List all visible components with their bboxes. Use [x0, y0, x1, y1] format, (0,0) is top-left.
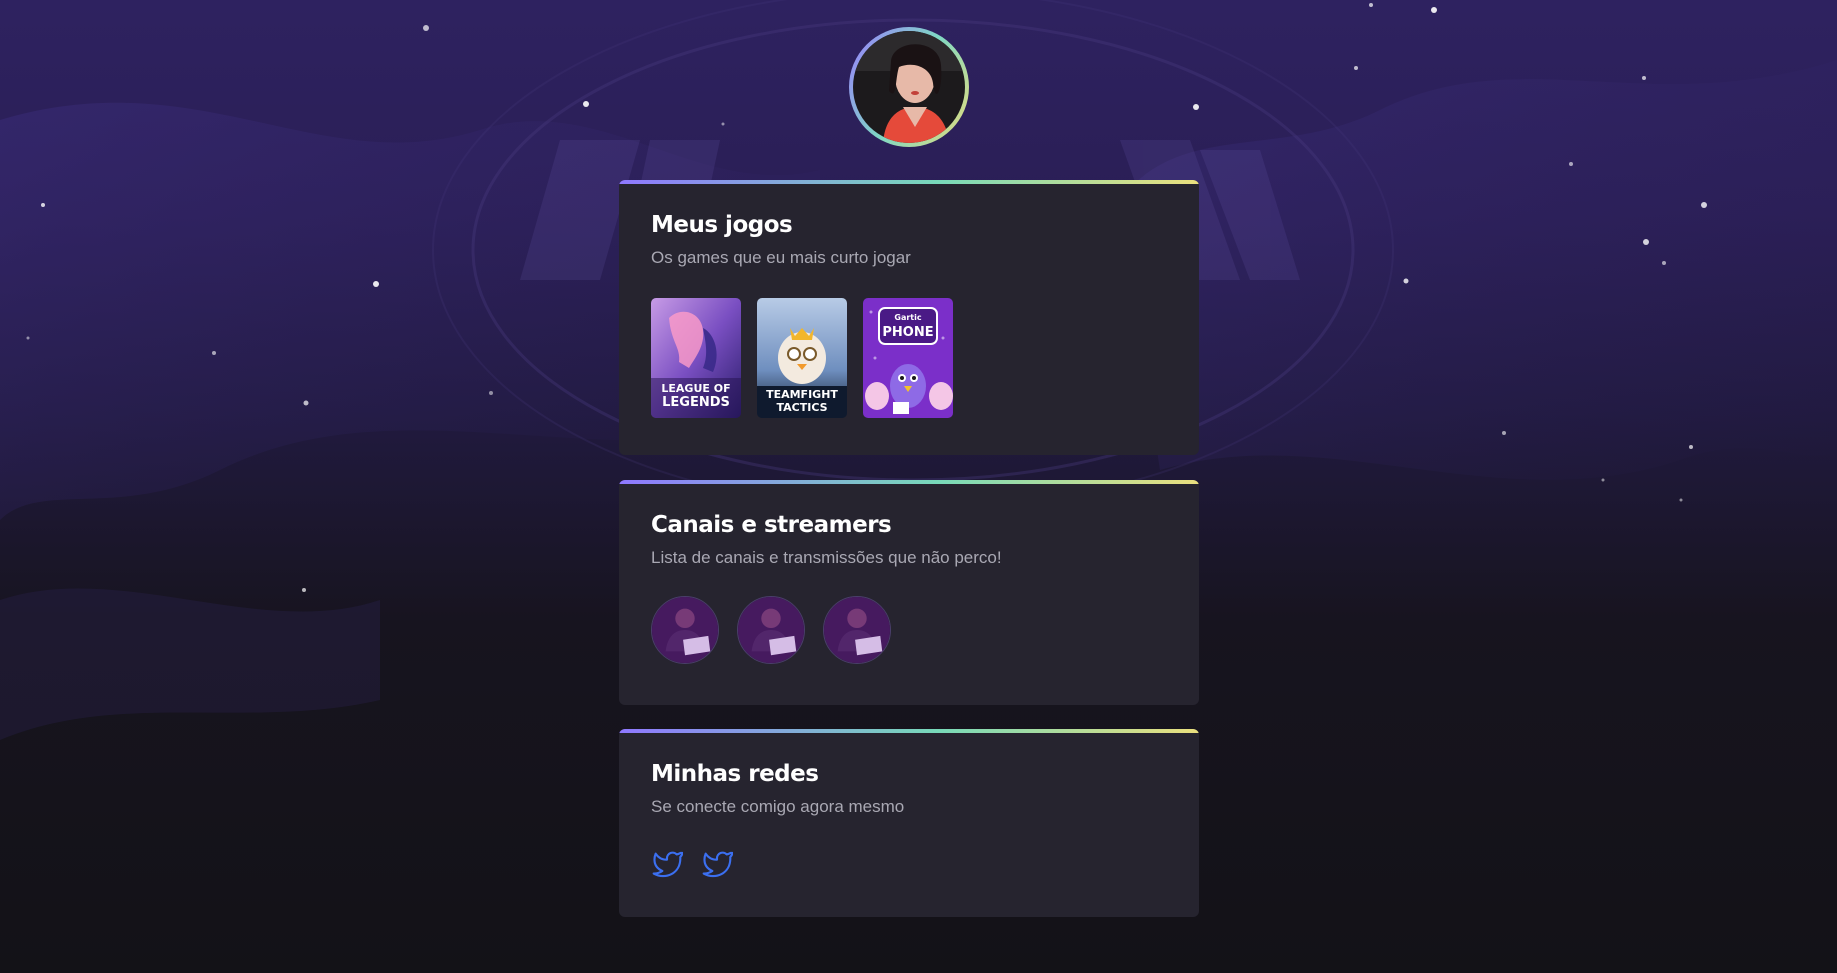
- game-cover-gartic-phone[interactable]: Gartic PHONE: [863, 297, 953, 418]
- game-name-line2: TACTICS: [776, 401, 827, 414]
- channel-avatar[interactable]: [651, 595, 719, 664]
- socials-list: [651, 847, 1167, 879]
- game-cover-teamfight-tactics[interactable]: TEAMFIGHT TACTICS: [757, 297, 847, 418]
- game-name-line2: LEGENDS: [662, 395, 730, 410]
- games-title: Meus jogos: [651, 212, 793, 238]
- games-card: Meus jogos Os games que eu mais curto jo…: [619, 180, 1199, 455]
- channel-avatar[interactable]: [823, 595, 891, 664]
- games-list: LEAGUE OF LEGENDS TEAMFIGHT TACTICS Gart…: [651, 297, 1167, 418]
- profile-avatar: [853, 31, 965, 143]
- game-name-line1: Gartic: [894, 313, 921, 322]
- game-name-line2: PHONE: [882, 325, 933, 340]
- socials-subtitle: Se conecte comigo agora mesmo: [651, 796, 905, 816]
- socials-title: Minhas redes: [651, 761, 819, 787]
- socials-card: Minhas redes Se conecte comigo agora mes…: [619, 729, 1199, 917]
- twitter-icon[interactable]: [651, 847, 683, 879]
- channels-card: Canais e streamers Lista de canais e tra…: [619, 480, 1199, 705]
- channels-list: [651, 595, 1167, 664]
- channels-title: Canais e streamers: [651, 512, 892, 538]
- twitter-icon[interactable]: [701, 847, 733, 879]
- games-subtitle: Os games que eu mais curto jogar: [651, 247, 911, 267]
- game-cover-league-of-legends[interactable]: LEAGUE OF LEGENDS: [651, 297, 741, 418]
- game-name-line1: LEAGUE OF: [661, 382, 730, 395]
- game-name-line1: TEAMFIGHT: [766, 388, 838, 401]
- channel-avatar[interactable]: [737, 595, 805, 664]
- profile-avatar-ring: [849, 27, 969, 147]
- channels-subtitle: Lista de canais e transmissões que não p…: [651, 547, 1002, 567]
